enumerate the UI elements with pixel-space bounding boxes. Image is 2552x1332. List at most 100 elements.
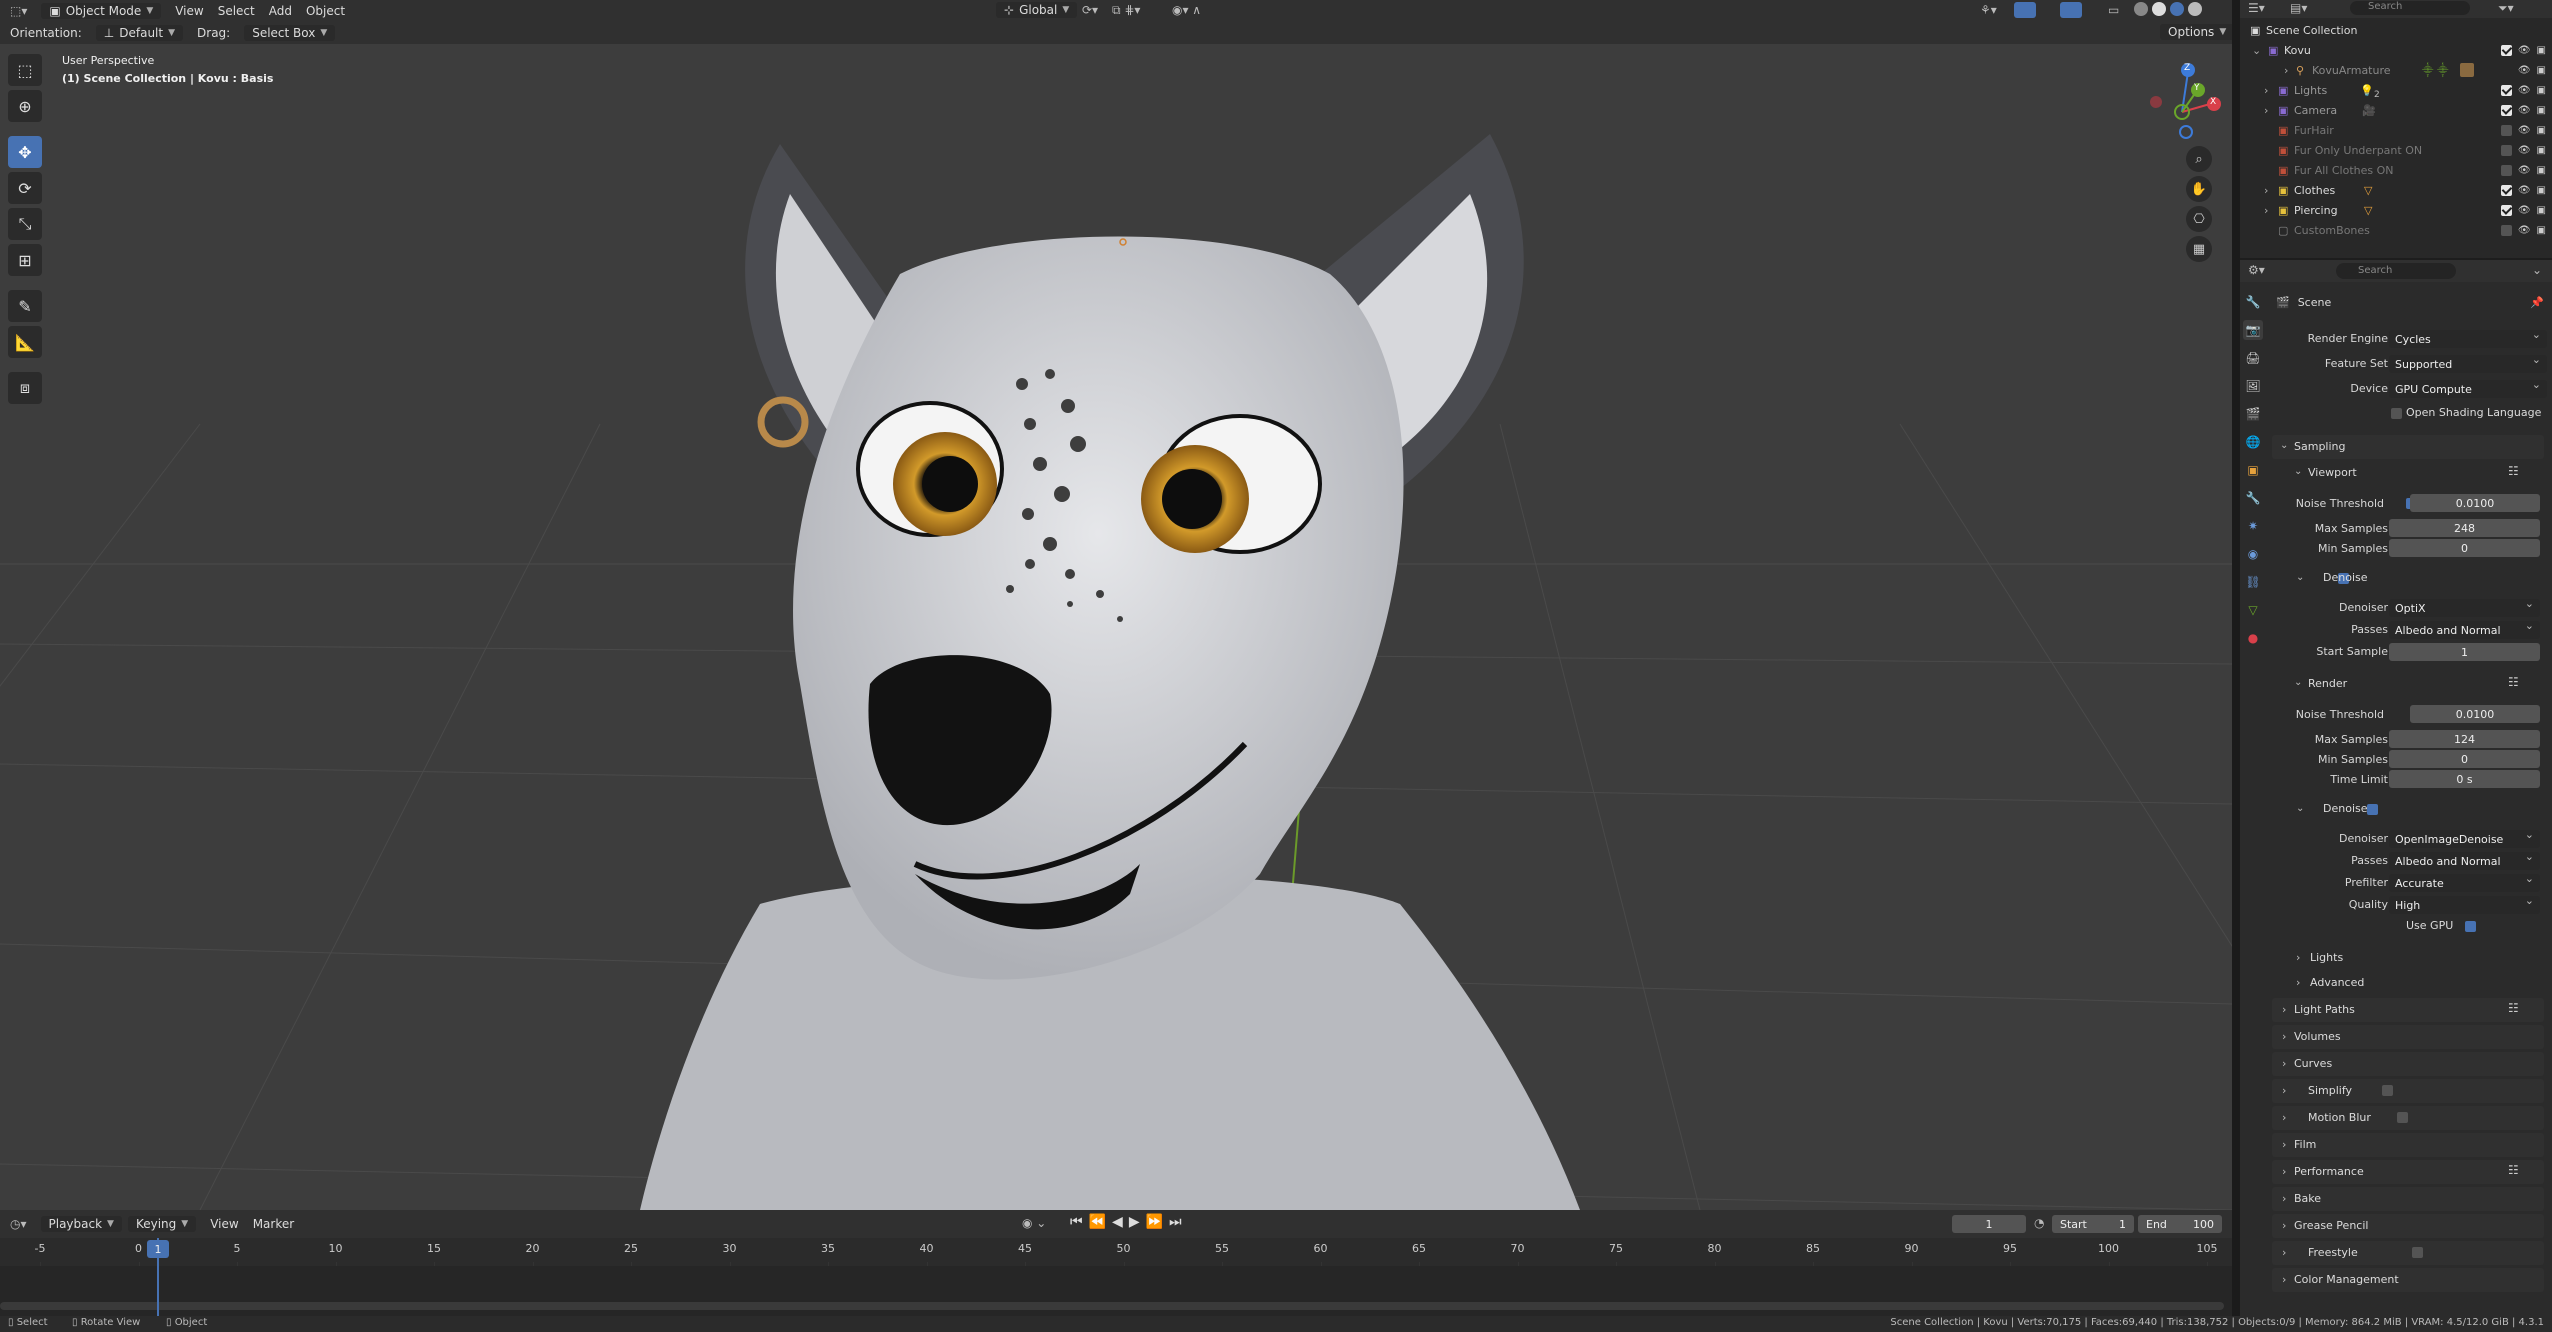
- presets-list-icon[interactable]: ☷: [2508, 464, 2519, 478]
- expand-right-icon[interactable]: ›: [2284, 64, 2288, 77]
- camera-icon[interactable]: ▣: [2537, 185, 2546, 196]
- properties-search[interactable]: Search: [2336, 263, 2456, 279]
- menu-add[interactable]: Add: [269, 4, 292, 18]
- eye-icon[interactable]: 👁: [2518, 225, 2531, 236]
- render-tab-icon[interactable]: 📷: [2243, 320, 2263, 340]
- eye-icon[interactable]: 👁: [2518, 65, 2531, 76]
- orientation-dropdown[interactable]: ⊥ Default ▼: [95, 25, 184, 41]
- wireframe-shading-icon[interactable]: [2134, 2, 2148, 16]
- timeline-scrollbar[interactable]: [0, 1302, 2224, 1310]
- camera-icon[interactable]: ▣: [2537, 205, 2546, 216]
- freestyle-checkbox[interactable]: [2411, 1247, 2423, 1258]
- current-frame-field[interactable]: 1: [1952, 1215, 2026, 1233]
- expand-right-icon[interactable]: ›: [2264, 104, 2268, 117]
- exclude-checkbox[interactable]: [2500, 224, 2512, 236]
- render-denoise-checkbox[interactable]: [2367, 804, 2379, 815]
- expand-right-icon[interactable]: ›: [2264, 204, 2268, 217]
- object-tab-icon[interactable]: ▣: [2243, 460, 2263, 480]
- viewport-max-samples-field[interactable]: 248: [2389, 519, 2540, 537]
- playback-menu[interactable]: Playback ▼: [40, 1216, 122, 1232]
- mode-dropdown[interactable]: ▣ Object Mode ▼: [41, 3, 162, 19]
- select-box-tool-icon[interactable]: ⬚: [8, 54, 42, 86]
- render-subpanel-label[interactable]: Render: [2308, 677, 2347, 690]
- exclude-checkbox[interactable]: [2500, 144, 2512, 156]
- modifier-tab-icon[interactable]: 🔧: [2243, 488, 2263, 508]
- pivot-icon[interactable]: ⟳▾: [1082, 3, 1098, 17]
- exclude-checkbox[interactable]: [2500, 184, 2512, 196]
- outliner-row-fur-only-underpant[interactable]: ▣ Fur Only Underpant ON 👁 ▣: [2240, 140, 2552, 160]
- render-time-limit-field[interactable]: 0 s: [2389, 770, 2540, 788]
- snap-icon[interactable]: ⧉ ⋕▾: [1112, 3, 1140, 18]
- eye-icon[interactable]: 👁: [2518, 185, 2531, 196]
- outliner-row-fur-all-clothes[interactable]: ▣ Fur All Clothes ON 👁 ▣: [2240, 160, 2552, 180]
- physics-tab-icon[interactable]: ◉: [2243, 544, 2263, 564]
- eye-icon[interactable]: 👁: [2518, 125, 2531, 136]
- render-prefilter-select[interactable]: Accurate: [2389, 872, 2540, 892]
- render-noise-threshold-field[interactable]: 0.0100: [2410, 705, 2540, 723]
- exclude-checkbox[interactable]: [2500, 204, 2512, 216]
- frame-ruler[interactable]: -5 0 5 10 15 20 25 30 35 40 45 50 55 60 65 70 75 80 85 90 95…: [0, 1238, 2232, 1322]
- outliner-row-clothes[interactable]: › ▣ Clothes ▽ 👁 ▣: [2240, 180, 2552, 200]
- data-tab-icon[interactable]: ▽: [2243, 600, 2263, 620]
- exclude-checkbox[interactable]: [2500, 84, 2512, 96]
- simplify-checkbox[interactable]: [2381, 1085, 2393, 1096]
- presets-list-icon[interactable]: ☷: [2508, 1001, 2519, 1015]
- eye-icon[interactable]: 👁: [2518, 45, 2531, 56]
- eye-icon[interactable]: 👁: [2518, 205, 2531, 216]
- outliner-row-kovu[interactable]: ⌄ ▣ Kovu 👁 ▣: [2240, 40, 2552, 60]
- timeline-marker-menu[interactable]: Marker: [253, 1217, 294, 1231]
- outliner-editor-icon[interactable]: ☰▾: [2248, 1, 2265, 15]
- viewport-start-sample-field[interactable]: 1: [2389, 643, 2540, 661]
- timeline-body[interactable]: [0, 1266, 2232, 1316]
- measure-tool-icon[interactable]: 📐: [8, 326, 42, 358]
- camera-icon[interactable]: ▣: [2537, 145, 2546, 156]
- gizmo-toggle-icon[interactable]: [2014, 2, 2036, 18]
- keying-menu[interactable]: Keying ▼: [127, 1216, 197, 1232]
- camera-icon[interactable]: ▣: [2537, 125, 2546, 136]
- rotate-tool-icon[interactable]: ⟳: [8, 172, 42, 204]
- timeline-view-menu[interactable]: View: [210, 1217, 238, 1231]
- transform-orientation-dropdown[interactable]: ⊹ Global ▼: [996, 2, 1078, 18]
- eye-icon[interactable]: 👁: [2518, 105, 2531, 116]
- render-min-samples-field[interactable]: 0: [2389, 750, 2540, 768]
- expand-down-icon[interactable]: ⌄: [2252, 44, 2261, 57]
- tool-tab-icon[interactable]: 🔧: [2243, 292, 2263, 312]
- menu-object[interactable]: Object: [306, 4, 345, 18]
- render-passes-select[interactable]: Albedo and Normal: [2389, 850, 2540, 870]
- menu-view[interactable]: View: [175, 4, 203, 18]
- exclude-checkbox[interactable]: [2500, 164, 2512, 176]
- camera-icon[interactable]: ▣: [2537, 85, 2546, 96]
- xray-icon[interactable]: ▭: [2108, 3, 2119, 17]
- 3d-viewport[interactable]: ⬚ ⊕ ✥ ⟳ ⤡ ⊞ ✎ 📐 ⧈ User Perspective (1) S…: [0, 44, 2232, 1210]
- device-select[interactable]: GPU Compute: [2389, 378, 2547, 398]
- play-icon[interactable]: ▶: [1129, 1214, 1140, 1230]
- outliner-row-furhair[interactable]: ▣ FurHair 👁 ▣: [2240, 120, 2552, 140]
- viewport-noise-threshold-field[interactable]: 0.0100: [2410, 494, 2540, 512]
- viewport-min-samples-field[interactable]: 0: [2389, 539, 2540, 557]
- motion-blur-checkbox[interactable]: [2396, 1112, 2408, 1123]
- visibility-icon[interactable]: ⚘▾: [1980, 3, 1997, 17]
- particles-tab-icon[interactable]: ✷: [2243, 516, 2263, 536]
- presets-list-icon[interactable]: ☷: [2508, 1163, 2519, 1177]
- render-quality-select[interactable]: High: [2389, 894, 2540, 914]
- camera-icon[interactable]: ▣: [2537, 65, 2546, 76]
- material-shading-icon[interactable]: [2170, 2, 2184, 16]
- render-max-samples-field[interactable]: 124: [2389, 730, 2540, 748]
- expand-right-icon[interactable]: ›: [2264, 84, 2268, 97]
- properties-editor-icon[interactable]: ⚙▾: [2248, 263, 2265, 277]
- jump-start-icon[interactable]: ⏮: [1070, 1214, 1083, 1230]
- auto-keying-icon[interactable]: ◉ ⌄: [1022, 1216, 1046, 1230]
- move-tool-icon[interactable]: ✥: [8, 136, 42, 168]
- play-reverse-icon[interactable]: ◀: [1112, 1214, 1123, 1230]
- presets-list-icon[interactable]: ☷: [2508, 675, 2519, 689]
- outliner-search[interactable]: Search: [2350, 1, 2470, 15]
- camera-icon[interactable]: ▣: [2537, 105, 2546, 116]
- timeline-editor-icon[interactable]: ◷▾: [10, 1217, 27, 1231]
- menu-select[interactable]: Select: [218, 4, 255, 18]
- solid-shading-icon[interactable]: [2152, 2, 2166, 16]
- render-engine-select[interactable]: Cycles: [2389, 328, 2547, 348]
- material-tab-icon[interactable]: ●: [2243, 628, 2263, 648]
- lights-subpanel-label[interactable]: Lights: [2310, 951, 2343, 964]
- camera-view-icon[interactable]: ⎔: [2186, 206, 2212, 232]
- zoom-icon[interactable]: ⌕: [2186, 146, 2212, 172]
